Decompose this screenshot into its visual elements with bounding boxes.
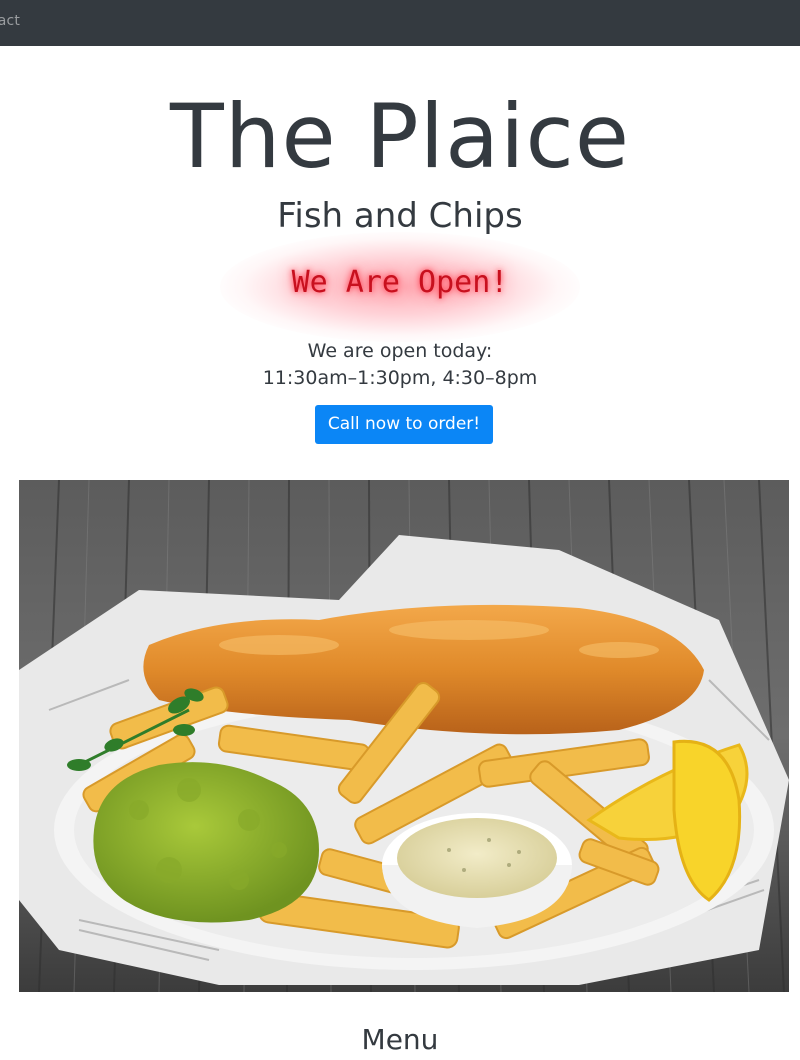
page-title: The Plaice <box>169 85 631 188</box>
call-now-button[interactable]: Call now to order! <box>315 405 493 444</box>
navbar: tact <box>0 0 800 46</box>
menu-heading: Menu <box>361 1023 439 1056</box>
fish-and-chips-image <box>19 480 789 992</box>
hours-times: 11:30am–1:30pm, 4:30–8pm <box>262 367 538 389</box>
nav-link-contact[interactable]: tact <box>0 13 20 29</box>
hours-heading: We are open today: <box>307 340 493 362</box>
open-status-sign: We Are Open! <box>291 265 509 300</box>
